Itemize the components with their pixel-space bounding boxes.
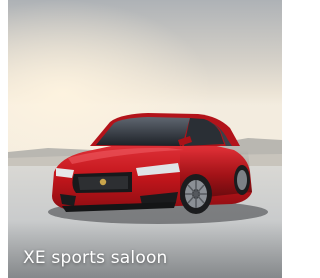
- model-name: XE sports saloon: [23, 248, 168, 268]
- car-photo: [8, 0, 282, 278]
- model-tile-xe[interactable]: XE sports saloon: [8, 0, 282, 278]
- badge-icon: [99, 178, 107, 186]
- front-wheel: [180, 174, 212, 214]
- rear-wheel: [234, 165, 250, 195]
